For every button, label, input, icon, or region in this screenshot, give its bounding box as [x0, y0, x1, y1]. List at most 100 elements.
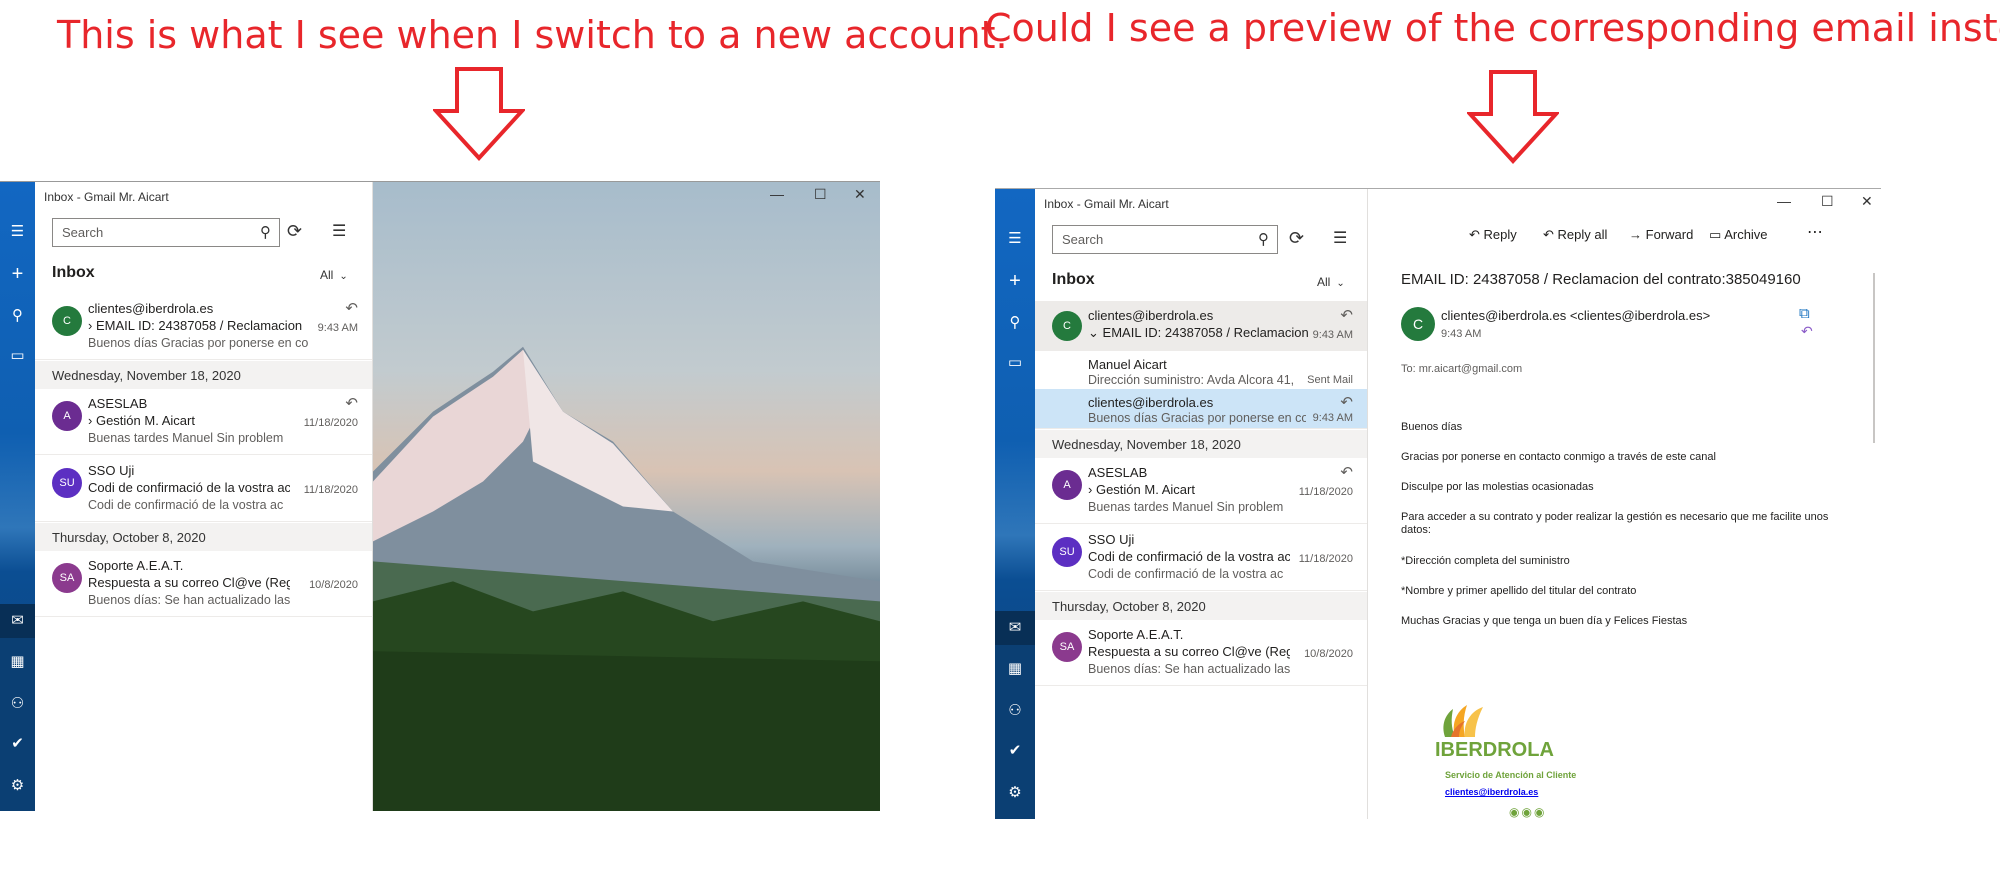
chevron-icon[interactable]: ›	[88, 318, 92, 333]
nav-rail: ☰ + ⚲ ▭ ✉ ▦ ⚇ ✔ ⚙	[995, 189, 1035, 819]
list-item[interactable]: C clientes@iberdrola.es › EMAIL ID: 2438…	[35, 294, 372, 360]
maximize-icon[interactable]: ☐	[1821, 193, 1834, 210]
folder-icon[interactable]: ▭	[995, 353, 1035, 373]
minimize-icon[interactable]: —	[770, 186, 784, 202]
calendar-icon[interactable]: ▦	[995, 659, 1035, 679]
gear-icon[interactable]: ⚙	[995, 783, 1035, 803]
chevron-down-icon: ⌄	[339, 271, 348, 282]
mail-icon[interactable]: ✉	[995, 611, 1035, 645]
preview: Codi de confirmació de la vostra ac	[1088, 567, 1284, 581]
chevron-icon[interactable]: ›	[88, 413, 92, 428]
search-icon[interactable]: ⚲	[260, 223, 271, 241]
list-item[interactable]: SU SSO Uji Codi de confirmació de la vos…	[35, 456, 372, 522]
reply-icon: ↶	[1340, 394, 1353, 411]
avatar: C	[1052, 311, 1082, 341]
preview: Buenas tardes Manuel Sin problem	[88, 431, 284, 445]
search-input[interactable]: Search ⚲	[1052, 225, 1278, 254]
subject: Codi de confirmació de la vostra ac	[1088, 549, 1290, 564]
list-item[interactable]: A ASESLAB › Gestión M. Aicart Buenas tar…	[1035, 458, 1367, 524]
iberdrola-logo: IBERDROLA	[1435, 739, 1554, 761]
date: 11/18/2020	[303, 417, 358, 429]
chevron-icon[interactable]: ›	[1088, 482, 1092, 497]
hamburger-icon[interactable]: ☰	[0, 222, 35, 242]
preview: Buenas tardes Manuel Sin problem	[1088, 500, 1284, 514]
chevron-down-icon: ⌄	[1336, 278, 1345, 289]
archive-button[interactable]: ▭ Archive	[1709, 227, 1768, 243]
select-icon[interactable]: ☰	[332, 221, 346, 241]
more-actions-button[interactable]: ⋯	[1807, 222, 1823, 242]
body-paragraph: Para acceder a su contrato y poder reali…	[1401, 511, 1829, 536]
reply-icon: ↶	[345, 300, 358, 317]
avatar: SU	[52, 468, 82, 498]
annotation-left: This is what I see when I switch to a ne…	[57, 13, 1008, 57]
thread-item-selected[interactable]: clientes@iberdrola.es Buenos días Gracia…	[1035, 389, 1367, 429]
forward-button[interactable]: → Forward	[1629, 227, 1693, 242]
thread-item[interactable]: Manuel Aicart Dirección suministro: Avda…	[1035, 351, 1367, 389]
list-item[interactable]: SA Soporte A.E.A.T. Respuesta a su corre…	[1035, 620, 1367, 686]
subject: › EMAIL ID: 24387058 / Reclamacion	[88, 318, 303, 333]
select-icon[interactable]: ☰	[1333, 228, 1347, 248]
search-icon[interactable]: ⚲	[1258, 230, 1269, 248]
arrow-down-icon	[1467, 70, 1559, 164]
avatar: A	[1052, 470, 1082, 500]
todo-icon[interactable]: ✔	[995, 741, 1035, 761]
people-icon[interactable]: ⚇	[0, 694, 35, 714]
message-list: Inbox - Gmail Mr. Aicart Search ⚲ ⟳ ☰ Inb…	[1035, 189, 1368, 819]
sync-icon[interactable]: ⟳	[1289, 228, 1304, 249]
filter-dropdown[interactable]: All ⌄	[320, 268, 348, 282]
list-item[interactable]: A ASESLAB › Gestión M. Aicart Buenas tar…	[35, 389, 372, 455]
sender: clientes@iberdrola.es	[1088, 395, 1214, 410]
search-input[interactable]: Search ⚲	[52, 218, 280, 247]
date-group: Wednesday, November 18, 2020	[1035, 430, 1367, 458]
date: 11/18/2020	[1298, 553, 1353, 565]
filter-dropdown[interactable]: All ⌄	[1317, 275, 1345, 289]
thread-header[interactable]: C clientes@iberdrola.es ⌄ EMAIL ID: 2438…	[1035, 301, 1367, 351]
close-icon[interactable]: ✕	[1861, 193, 1873, 210]
avatar: SU	[1052, 537, 1082, 567]
maximize-icon[interactable]: ☐	[814, 186, 827, 203]
reply-all-button[interactable]: ↶ Reply all	[1543, 227, 1607, 243]
list-item[interactable]: SA Soporte A.E.A.T. Respuesta a su corre…	[35, 551, 372, 617]
mail-window-desired: ☰ + ⚲ ▭ ✉ ▦ ⚇ ✔ ⚙ Inbox - Gmail Mr. Aica…	[995, 188, 1881, 819]
scrollbar[interactable]	[1873, 273, 1875, 443]
signature-text: Servicio de Atención al Cliente	[1445, 770, 1577, 780]
close-icon[interactable]: ✕	[854, 186, 866, 203]
message-from: clientes@iberdrola.es <clientes@iberdrol…	[1441, 308, 1711, 323]
sync-icon[interactable]: ⟳	[287, 221, 302, 242]
reply-icon: ↶	[345, 395, 358, 412]
list-item[interactable]: SU SSO Uji Codi de confirmació de la vos…	[1035, 525, 1367, 591]
nav-rail: ☰ + ⚲ ▭ ✉ ▦ ⚇ ✔ ⚙	[0, 182, 35, 811]
gear-icon[interactable]: ⚙	[0, 776, 35, 796]
annotation-right: Could I see a preview of the correspondi…	[985, 6, 2000, 50]
message-subject: EMAIL ID: 24387058 / Reclamacion del con…	[1401, 271, 1801, 288]
sender: ASESLAB	[1088, 465, 1148, 480]
body-paragraph: Disculpe por las molestias ocasionadas	[1401, 481, 1594, 493]
reading-pane: — ☐ ✕ ↶ Reply ↶ Reply all → Forward ▭ Ar…	[1369, 189, 1881, 819]
sender: Soporte A.E.A.T.	[1088, 627, 1184, 642]
plus-icon[interactable]: +	[995, 271, 1035, 291]
minimize-icon[interactable]: —	[1777, 193, 1791, 209]
subject: Codi de confirmació de la vostra ac	[88, 480, 290, 495]
message-to: To: mr.aicart@gmail.com	[1401, 363, 1523, 375]
body-paragraph: Muchas Gracias y que tenga un buen día y…	[1401, 615, 1688, 627]
todo-icon[interactable]: ✔	[0, 734, 35, 754]
date-group: Thursday, October 8, 2020	[1035, 592, 1367, 620]
calendar-icon[interactable]: ▦	[0, 652, 35, 672]
person-icon[interactable]: ⚲	[995, 313, 1035, 333]
hamburger-icon[interactable]: ☰	[995, 229, 1035, 249]
person-icon[interactable]: ⚲	[0, 306, 35, 326]
signature-link[interactable]: clientes@iberdrola.es	[1445, 787, 1538, 797]
chevron-icon[interactable]: ⌄	[1088, 325, 1099, 340]
reply-icon: ↶	[1340, 307, 1353, 324]
people-icon[interactable]: ⚇	[995, 701, 1035, 721]
preview: Buenos días Gracias por ponerse en co	[88, 336, 309, 350]
sender: clientes@iberdrola.es	[1088, 308, 1214, 323]
date: 9:43 AM	[1312, 412, 1353, 424]
open-in-window-icon[interactable]: ⧉	[1799, 305, 1810, 322]
date-group: Wednesday, November 18, 2020	[35, 361, 372, 389]
subject: Respuesta a su correo Cl@ve (Regist	[88, 575, 290, 590]
reply-button[interactable]: ↶ Reply	[1469, 227, 1517, 243]
mail-icon[interactable]: ✉	[0, 604, 35, 638]
plus-icon[interactable]: +	[0, 264, 35, 284]
folder-icon[interactable]: ▭	[0, 346, 35, 366]
